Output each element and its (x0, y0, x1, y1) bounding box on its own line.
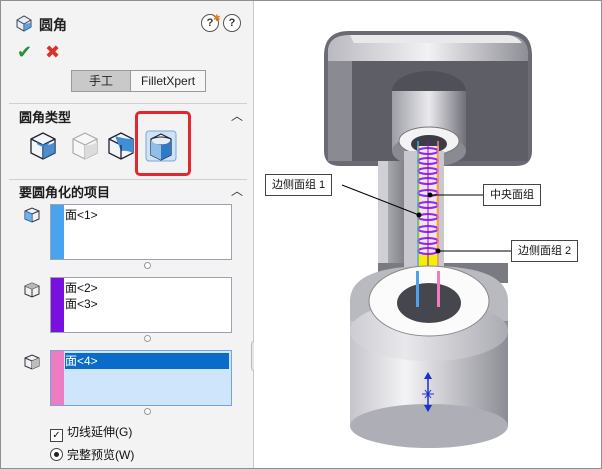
color-strip (51, 205, 64, 259)
constant-radius-fillet-icon[interactable] (27, 129, 59, 163)
tab-filletxpert[interactable]: FilletXpert (131, 71, 206, 91)
graphics-viewport[interactable]: 边侧面组 1 中央面组 边侧面组 2 (254, 1, 601, 468)
selected-type-highlight (135, 111, 191, 176)
variable-radius-fillet-icon[interactable] (69, 129, 101, 163)
divider (9, 179, 247, 180)
list-item[interactable]: 面<3> (65, 296, 229, 312)
color-strip (51, 351, 64, 405)
section-title-fillet-type: 圆角类型 (19, 110, 72, 125)
mode-tabs: 手工 FilletXpert (71, 70, 207, 92)
full-preview-radio[interactable] (50, 448, 63, 461)
side-face-set-2-icon (24, 354, 40, 370)
center-face-set-icon (24, 282, 40, 298)
chevron-up-icon[interactable]: ︿ (231, 182, 243, 199)
list-resize-handle[interactable] (144, 335, 151, 342)
connecting-stem[interactable] (378, 151, 508, 286)
model-view (324, 31, 532, 448)
solidworks-window: 圆角 ? ✱ ? ✔ ✖ 手工 FilletXpert 圆角类型 ︿ 要圆角化的… (0, 0, 602, 469)
tangent-propagation-option[interactable]: ✓ 切线延伸(G) (50, 424, 133, 442)
full-preview-label: 完整预览(W) (67, 448, 135, 462)
help-star-icon[interactable]: ? ✱ (201, 13, 221, 32)
fillet-property-manager: 圆角 ? ✱ ? ✔ ✖ 手工 FilletXpert 圆角类型 ︿ 要圆角化的… (1, 1, 254, 468)
panel-title-row: 圆角 ? ✱ ? (9, 11, 245, 35)
list-item[interactable]: 面<1> (65, 207, 229, 223)
callout-side-face-set-2: 边侧面组 2 (511, 240, 579, 262)
section-title-items-to-fillet: 要圆角化的项目 (19, 185, 111, 200)
ok-button[interactable]: ✔ (17, 42, 32, 63)
center-face-set-list[interactable]: 面<2> 面<3> (50, 277, 232, 333)
fillet-feature-icon (16, 15, 32, 32)
side-face-set-2-list[interactable]: 面<4> (50, 350, 232, 406)
tangent-propagation-label: 切线延伸(G) (67, 425, 133, 439)
bottom-cylinder[interactable] (350, 265, 508, 448)
list-item-selected[interactable]: 面<4> (65, 353, 229, 369)
side-face-set-1-icon (24, 207, 40, 223)
list-item[interactable]: 面<2> (65, 280, 229, 296)
close-icon: ✖ (45, 42, 61, 62)
panel-title: 圆角 (39, 17, 67, 33)
divider (9, 103, 247, 104)
help-icon[interactable]: ? (223, 14, 241, 32)
side-face-set-1-list[interactable]: 面<1> (50, 204, 232, 260)
tangent-propagation-checkbox[interactable]: ✓ (50, 429, 63, 442)
callout-center-face-set: 中央面组 (483, 184, 541, 206)
check-icon: ✔ (17, 42, 33, 62)
cancel-button[interactable]: ✖ (45, 42, 60, 63)
full-preview-option[interactable]: 完整预览(W) (50, 447, 134, 463)
face-fillet-icon[interactable] (105, 129, 137, 163)
callout-side-face-set-1: 边侧面组 1 (265, 174, 333, 196)
list-resize-handle[interactable] (144, 408, 151, 415)
chevron-up-icon[interactable]: ︿ (231, 107, 243, 124)
color-strip (51, 278, 64, 332)
list-resize-handle[interactable] (144, 262, 151, 269)
tab-manual[interactable]: 手工 (72, 71, 132, 91)
